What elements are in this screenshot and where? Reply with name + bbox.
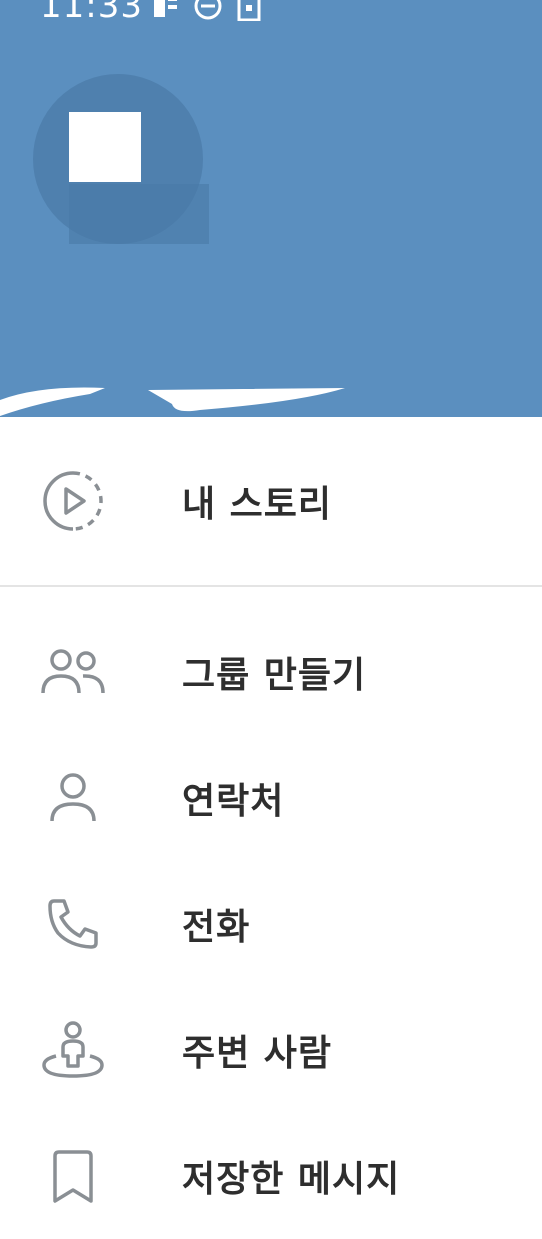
avatar-image bbox=[69, 112, 141, 182]
menu-item-new-group[interactable]: 그룹 만들기 bbox=[0, 609, 542, 735]
contact-icon bbox=[40, 765, 106, 831]
menu-item-my-story[interactable]: 내 스토리 bbox=[0, 417, 542, 585]
menu-item-label: 내 스토리 bbox=[182, 484, 333, 525]
story-icon bbox=[40, 468, 106, 534]
saved-icon bbox=[40, 1143, 106, 1209]
drawer-header: 11:33 bbox=[0, 0, 542, 417]
status-bar: 11:33 bbox=[40, 0, 263, 26]
phone-icon bbox=[40, 891, 106, 957]
menu-divider bbox=[0, 585, 542, 587]
header-account-strip[interactable] bbox=[0, 380, 542, 417]
menu-item-label: 연락처 bbox=[182, 781, 285, 822]
menu-item-label: 전화 bbox=[182, 907, 251, 948]
menu-item-people-nearby[interactable]: 주변 사람 bbox=[0, 987, 542, 1113]
menu-item-label: 그룹 만들기 bbox=[182, 655, 367, 696]
avatar-shadow bbox=[69, 184, 209, 244]
menu-item-label: 저장한 메시지 bbox=[182, 1159, 401, 1200]
drawer-menu: 내 스토리 그룹 만들기 연락처 전화 주변 사람 저장한 메시지 bbox=[0, 417, 542, 1239]
menu-item-calls[interactable]: 전화 bbox=[0, 861, 542, 987]
status-time: 11:33 bbox=[40, 0, 143, 26]
menu-item-contacts[interactable]: 연락처 bbox=[0, 735, 542, 861]
menu-item-label: 주변 사람 bbox=[182, 1033, 333, 1074]
menu-item-saved-messages[interactable]: 저장한 메시지 bbox=[0, 1113, 542, 1239]
nearby-icon bbox=[40, 1017, 106, 1083]
profile-avatar[interactable] bbox=[33, 74, 209, 244]
notification-icon bbox=[153, 0, 177, 17]
lock-screen-icon bbox=[237, 0, 261, 21]
do-not-disturb-icon bbox=[194, 0, 222, 20]
group-icon bbox=[40, 639, 106, 705]
